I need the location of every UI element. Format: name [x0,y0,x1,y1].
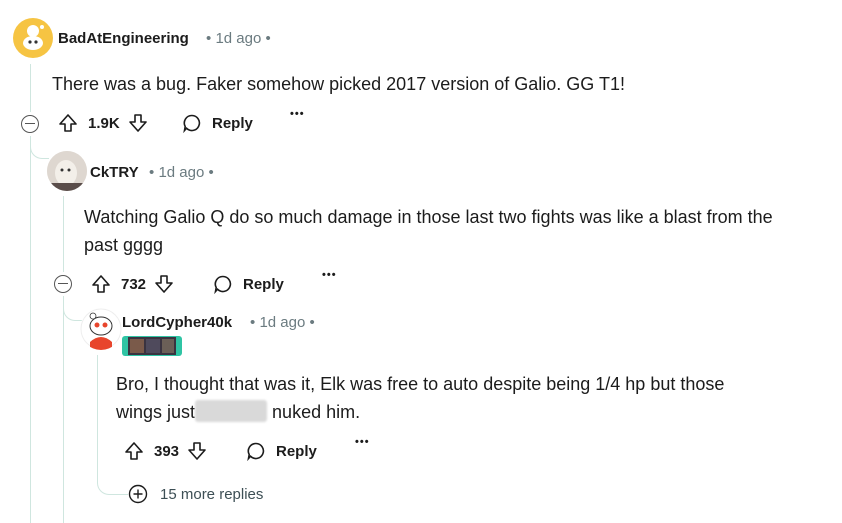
comment-body-line: Bro, I thought that was it, Elk was free… [116,374,725,394]
comment-body: There was a bug. Faker somehow picked 20… [52,74,625,94]
reply-button[interactable]: Reply [182,113,253,133]
downvote-icon[interactable] [128,113,148,133]
thread-line-level3 [97,355,98,480]
upvote-icon[interactable] [124,441,144,461]
thread-line-level1 [30,64,31,112]
comment-body: Watching Galio Q do so much damage in th… [84,203,773,259]
more-replies-label: 15 more replies [160,485,264,503]
thread-branch-lord [63,298,82,321]
vote-group: 1.9K [58,113,148,133]
separator: • [309,314,315,331]
snoo-avatar-icon [23,25,44,50]
comment-body-fragment: nuked him. [272,402,361,422]
avatar[interactable] [80,308,122,350]
vote-count: 732 [121,275,147,293]
user-flair-badge [122,336,182,356]
avatar[interactable] [13,18,53,58]
flair-image-icon [128,337,176,355]
thread-branch-ckt [30,138,49,159]
comment-body-line: Watching Galio Q do so much damage in th… [84,207,773,227]
snoo-avatar-icon [80,308,122,350]
collapse-thread-button[interactable] [54,275,72,293]
comment-time[interactable]: 1d ago [158,164,204,181]
separator: • [250,314,256,331]
comment-username[interactable]: CkTRY [90,164,139,181]
comment-body-line: past gggg [84,235,164,255]
user-avatar-icon [47,151,87,191]
reply-label: Reply [212,114,253,132]
thread-line-level1-lower [30,136,31,523]
downvote-icon[interactable] [154,274,174,294]
vote-group: 393 [124,441,207,461]
vote-group: 732 [91,274,174,294]
more-options-button[interactable]: ••• [322,269,337,281]
comment-meta: • 1d ago • [206,30,271,47]
more-options-button[interactable]: ••• [290,108,305,120]
comment-body-fragment: wings just [116,402,196,422]
redacted-blur [195,400,268,422]
reply-button[interactable]: Reply [246,441,317,461]
comment-body: Bro, I thought that was it, Elk was free… [116,370,724,426]
separator: • [265,30,271,47]
comment-meta: • 1d ago • [149,164,214,181]
comment-username[interactable]: BadAtEngineering [58,30,189,47]
thread-line-level2-lower [63,296,64,523]
comment-body-line: wings just nuked him. [116,398,724,426]
comment-bubble-icon [183,114,201,133]
comment-bubble-icon [247,442,265,461]
avatar[interactable] [47,151,87,191]
vote-count: 1.9K [88,114,120,132]
comment-time[interactable]: 1d ago [215,30,261,47]
collapse-thread-button[interactable] [21,115,39,133]
comment-meta: • 1d ago • [250,314,315,331]
comment-username[interactable]: LordCypher40k [122,314,232,331]
vote-count: 393 [154,442,180,460]
plus-circle-icon [128,484,148,504]
more-replies-button[interactable]: 15 more replies [128,484,263,504]
separator: • [208,164,214,181]
comment-bubble-icon [214,275,232,294]
reply-label: Reply [243,275,284,293]
reply-label: Reply [276,442,317,460]
separator: • [149,164,155,181]
upvote-icon[interactable] [58,113,78,133]
comment-time[interactable]: 1d ago [259,314,305,331]
separator: • [206,30,212,47]
upvote-icon[interactable] [91,274,111,294]
thread-branch-more [97,470,128,495]
downvote-icon[interactable] [187,441,207,461]
reply-button[interactable]: Reply [213,274,284,294]
thread-line-level2 [63,196,64,272]
more-options-button[interactable]: ••• [355,436,370,448]
